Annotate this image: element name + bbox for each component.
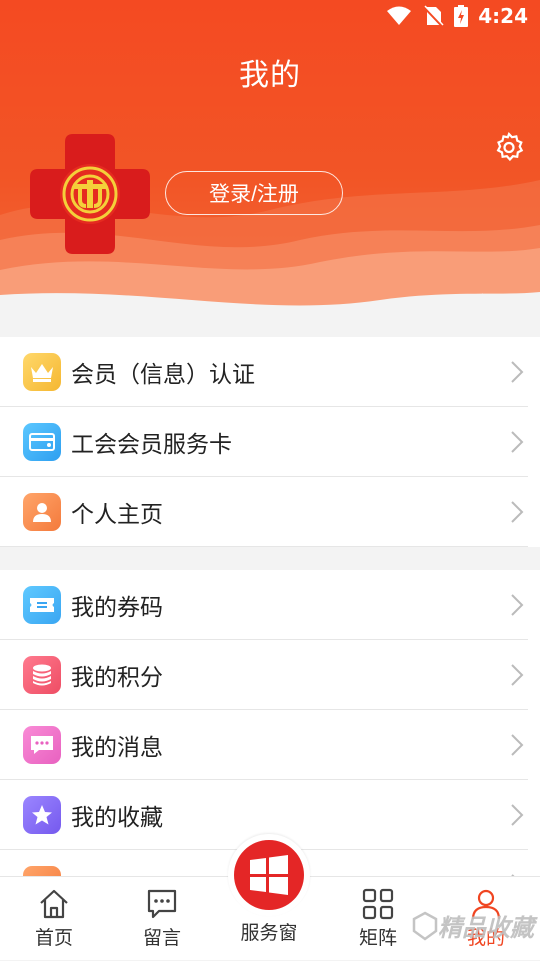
menu-item-my-coupons[interactable]: 我的券码 (0, 570, 540, 640)
nav-matrix-label: 矩阵 (358, 927, 397, 949)
chat-bubble-icon (147, 889, 177, 919)
menu-item-my-messages[interactable]: 我的消息 (0, 710, 540, 780)
chevron-right-icon (511, 361, 524, 383)
menu-item-union-card[interactable]: 工会会员服务卡 (0, 407, 540, 477)
chevron-right-icon (511, 431, 524, 453)
menu-item-label: 我的收藏 (71, 805, 163, 831)
chevron-right-icon (511, 664, 524, 686)
status-time: 4:24 (478, 4, 528, 28)
menu-item-label: 我的券码 (71, 595, 163, 621)
chevron-right-icon (511, 804, 524, 826)
grid-icon (362, 888, 394, 920)
menu-item-label: 工会会员服务卡 (71, 432, 232, 458)
nav-home-label: 首页 (34, 927, 73, 949)
menu-item-label: 我的积分 (71, 665, 163, 691)
menu-item-personal-homepage[interactable]: 个人主页 (0, 477, 540, 547)
settings-gear-icon[interactable] (492, 130, 526, 164)
star-icon (23, 796, 61, 834)
profile-header: 4:24 我的 登录/注册 (0, 0, 540, 322)
chevron-right-icon (511, 594, 524, 616)
crown-icon (23, 353, 61, 391)
card-icon (23, 423, 61, 461)
page-title: 我的 (239, 58, 301, 93)
status-bar: 4:24 (0, 0, 540, 36)
menu-item-member-verification[interactable]: 会员（信息）认证 (0, 337, 540, 407)
menu-item-my-points[interactable]: 我的积分 (0, 640, 540, 710)
nav-home[interactable]: 首页 (0, 877, 108, 961)
message-icon (23, 726, 61, 764)
menu-item-label: 我的消息 (71, 735, 163, 761)
chevron-right-icon (511, 501, 524, 523)
login-register-button[interactable]: 登录/注册 (165, 171, 343, 215)
service-window-button[interactable] (228, 834, 310, 916)
watermark: 精品收藏 (412, 908, 534, 943)
menu-item-label: 会员（信息）认证 (71, 362, 255, 388)
service-window-label: 服务窗 (240, 922, 298, 944)
chevron-right-icon (511, 734, 524, 756)
nav-message-label: 留言 (142, 927, 181, 949)
watermark-logo-icon (412, 911, 438, 941)
person-icon (23, 493, 61, 531)
ticket-icon (23, 586, 61, 624)
battery-icon (454, 5, 469, 27)
avatar-union-logo (30, 134, 150, 254)
home-icon (40, 889, 68, 919)
menu-group-account: 会员（信息）认证 工会会员服务卡 个人主页 (0, 337, 540, 547)
watermark-text: 精品收藏 (438, 914, 534, 942)
coins-icon (23, 656, 61, 694)
menu-item-label: 个人主页 (71, 502, 163, 528)
nav-message[interactable]: 留言 (108, 877, 216, 961)
no-sim-icon (423, 5, 444, 27)
windows-icon (250, 855, 288, 895)
wifi-icon (387, 6, 412, 25)
